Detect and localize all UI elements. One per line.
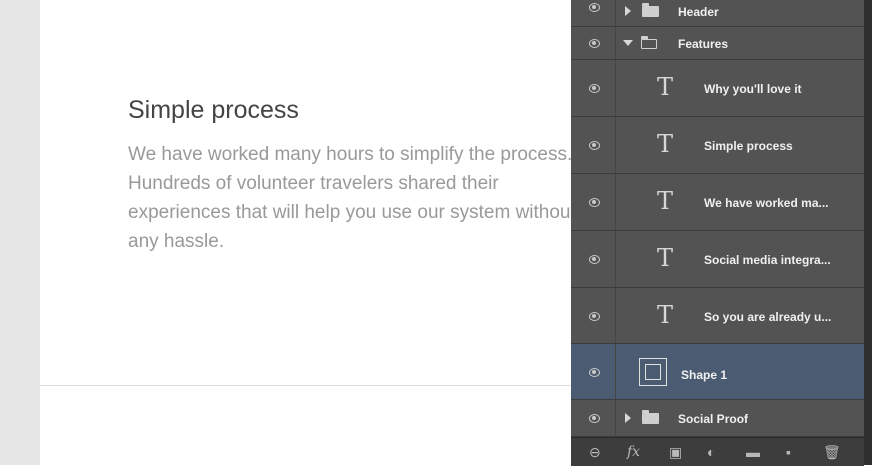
text-layer-icon: T xyxy=(657,244,674,272)
visibility-toggle[interactable] xyxy=(571,400,616,436)
layers-panel: Header Features T Why you'll love it T S… xyxy=(571,0,864,466)
panel-scrollbar[interactable] xyxy=(864,0,872,465)
layer-name: Why you'll love it xyxy=(704,82,802,96)
section-title: Simple process xyxy=(128,96,299,124)
layers-toolbar: ⊖ fx ▣ ◐ ▬ ▪ 🗑 xyxy=(571,437,864,466)
folder-icon xyxy=(642,410,659,424)
eye-icon xyxy=(589,39,600,48)
add-mask-icon[interactable]: ▣ xyxy=(669,444,682,460)
adjustment-layer-icon[interactable]: ◐ xyxy=(707,444,715,460)
layer-name: We have worked ma... xyxy=(704,196,829,210)
new-group-icon[interactable]: ▬ xyxy=(746,444,760,460)
canvas-left-margin xyxy=(0,0,40,465)
layer-row-text[interactable]: T Simple process xyxy=(571,117,864,174)
layer-name: Simple process xyxy=(704,139,793,153)
visibility-toggle[interactable] xyxy=(571,27,616,59)
layer-name: Header xyxy=(678,5,719,19)
document-canvas: Simple process We have worked many hours… xyxy=(40,0,571,465)
layer-name: Shape 1 xyxy=(681,368,728,382)
layer-row-text[interactable]: T Social media integra... xyxy=(571,231,864,288)
layer-name: So you are already u... xyxy=(704,310,832,324)
collapse-arrow-icon[interactable] xyxy=(623,40,633,46)
eye-icon xyxy=(589,414,600,423)
eye-icon xyxy=(589,255,600,264)
text-layer-icon: T xyxy=(657,187,674,215)
visibility-toggle[interactable] xyxy=(571,344,616,399)
trash-icon[interactable]: 🗑 xyxy=(823,444,841,460)
eye-icon xyxy=(589,3,600,12)
layer-row-text[interactable]: T Why you'll love it xyxy=(571,60,864,117)
layer-name: Social media integra... xyxy=(704,253,831,267)
shape-layer-icon xyxy=(639,358,667,386)
section-divider xyxy=(40,385,571,386)
eye-icon xyxy=(589,141,600,150)
expand-arrow-icon[interactable] xyxy=(625,413,631,423)
eye-icon xyxy=(589,84,600,93)
layer-row-text[interactable]: T So you are already u... xyxy=(571,288,864,344)
eye-icon xyxy=(589,198,600,207)
layer-row-social-proof[interactable]: Social Proof xyxy=(571,400,864,437)
text-layer-icon: T xyxy=(657,301,674,329)
folder-icon xyxy=(642,3,659,17)
text-layer-icon: T xyxy=(657,73,674,101)
layer-row-text[interactable]: T We have worked ma... xyxy=(571,174,864,231)
layer-row-header[interactable]: Header xyxy=(571,0,864,27)
visibility-toggle[interactable] xyxy=(571,231,616,287)
layer-row-features[interactable]: Features xyxy=(571,27,864,60)
section-paragraph: We have worked many hours to simplify th… xyxy=(128,144,571,252)
eye-icon xyxy=(589,311,600,321)
expand-arrow-icon[interactable] xyxy=(625,6,631,16)
new-layer-icon[interactable]: ▪ xyxy=(786,444,791,460)
layer-name: Features xyxy=(678,37,729,51)
layer-row-shape-selected[interactable]: Shape 1 xyxy=(571,344,864,400)
visibility-toggle[interactable] xyxy=(571,60,616,116)
open-folder-icon xyxy=(640,36,657,49)
layer-name: Social Proof xyxy=(678,412,749,426)
eye-icon xyxy=(589,367,600,377)
visibility-toggle[interactable] xyxy=(571,0,616,26)
link-layers-icon[interactable]: ⊖ xyxy=(589,444,601,460)
visibility-toggle[interactable] xyxy=(571,117,616,173)
text-layer-icon: T xyxy=(657,130,674,158)
visibility-toggle[interactable] xyxy=(571,174,616,230)
visibility-toggle[interactable] xyxy=(571,288,616,343)
layer-style-fx-icon[interactable]: fx xyxy=(627,444,640,460)
